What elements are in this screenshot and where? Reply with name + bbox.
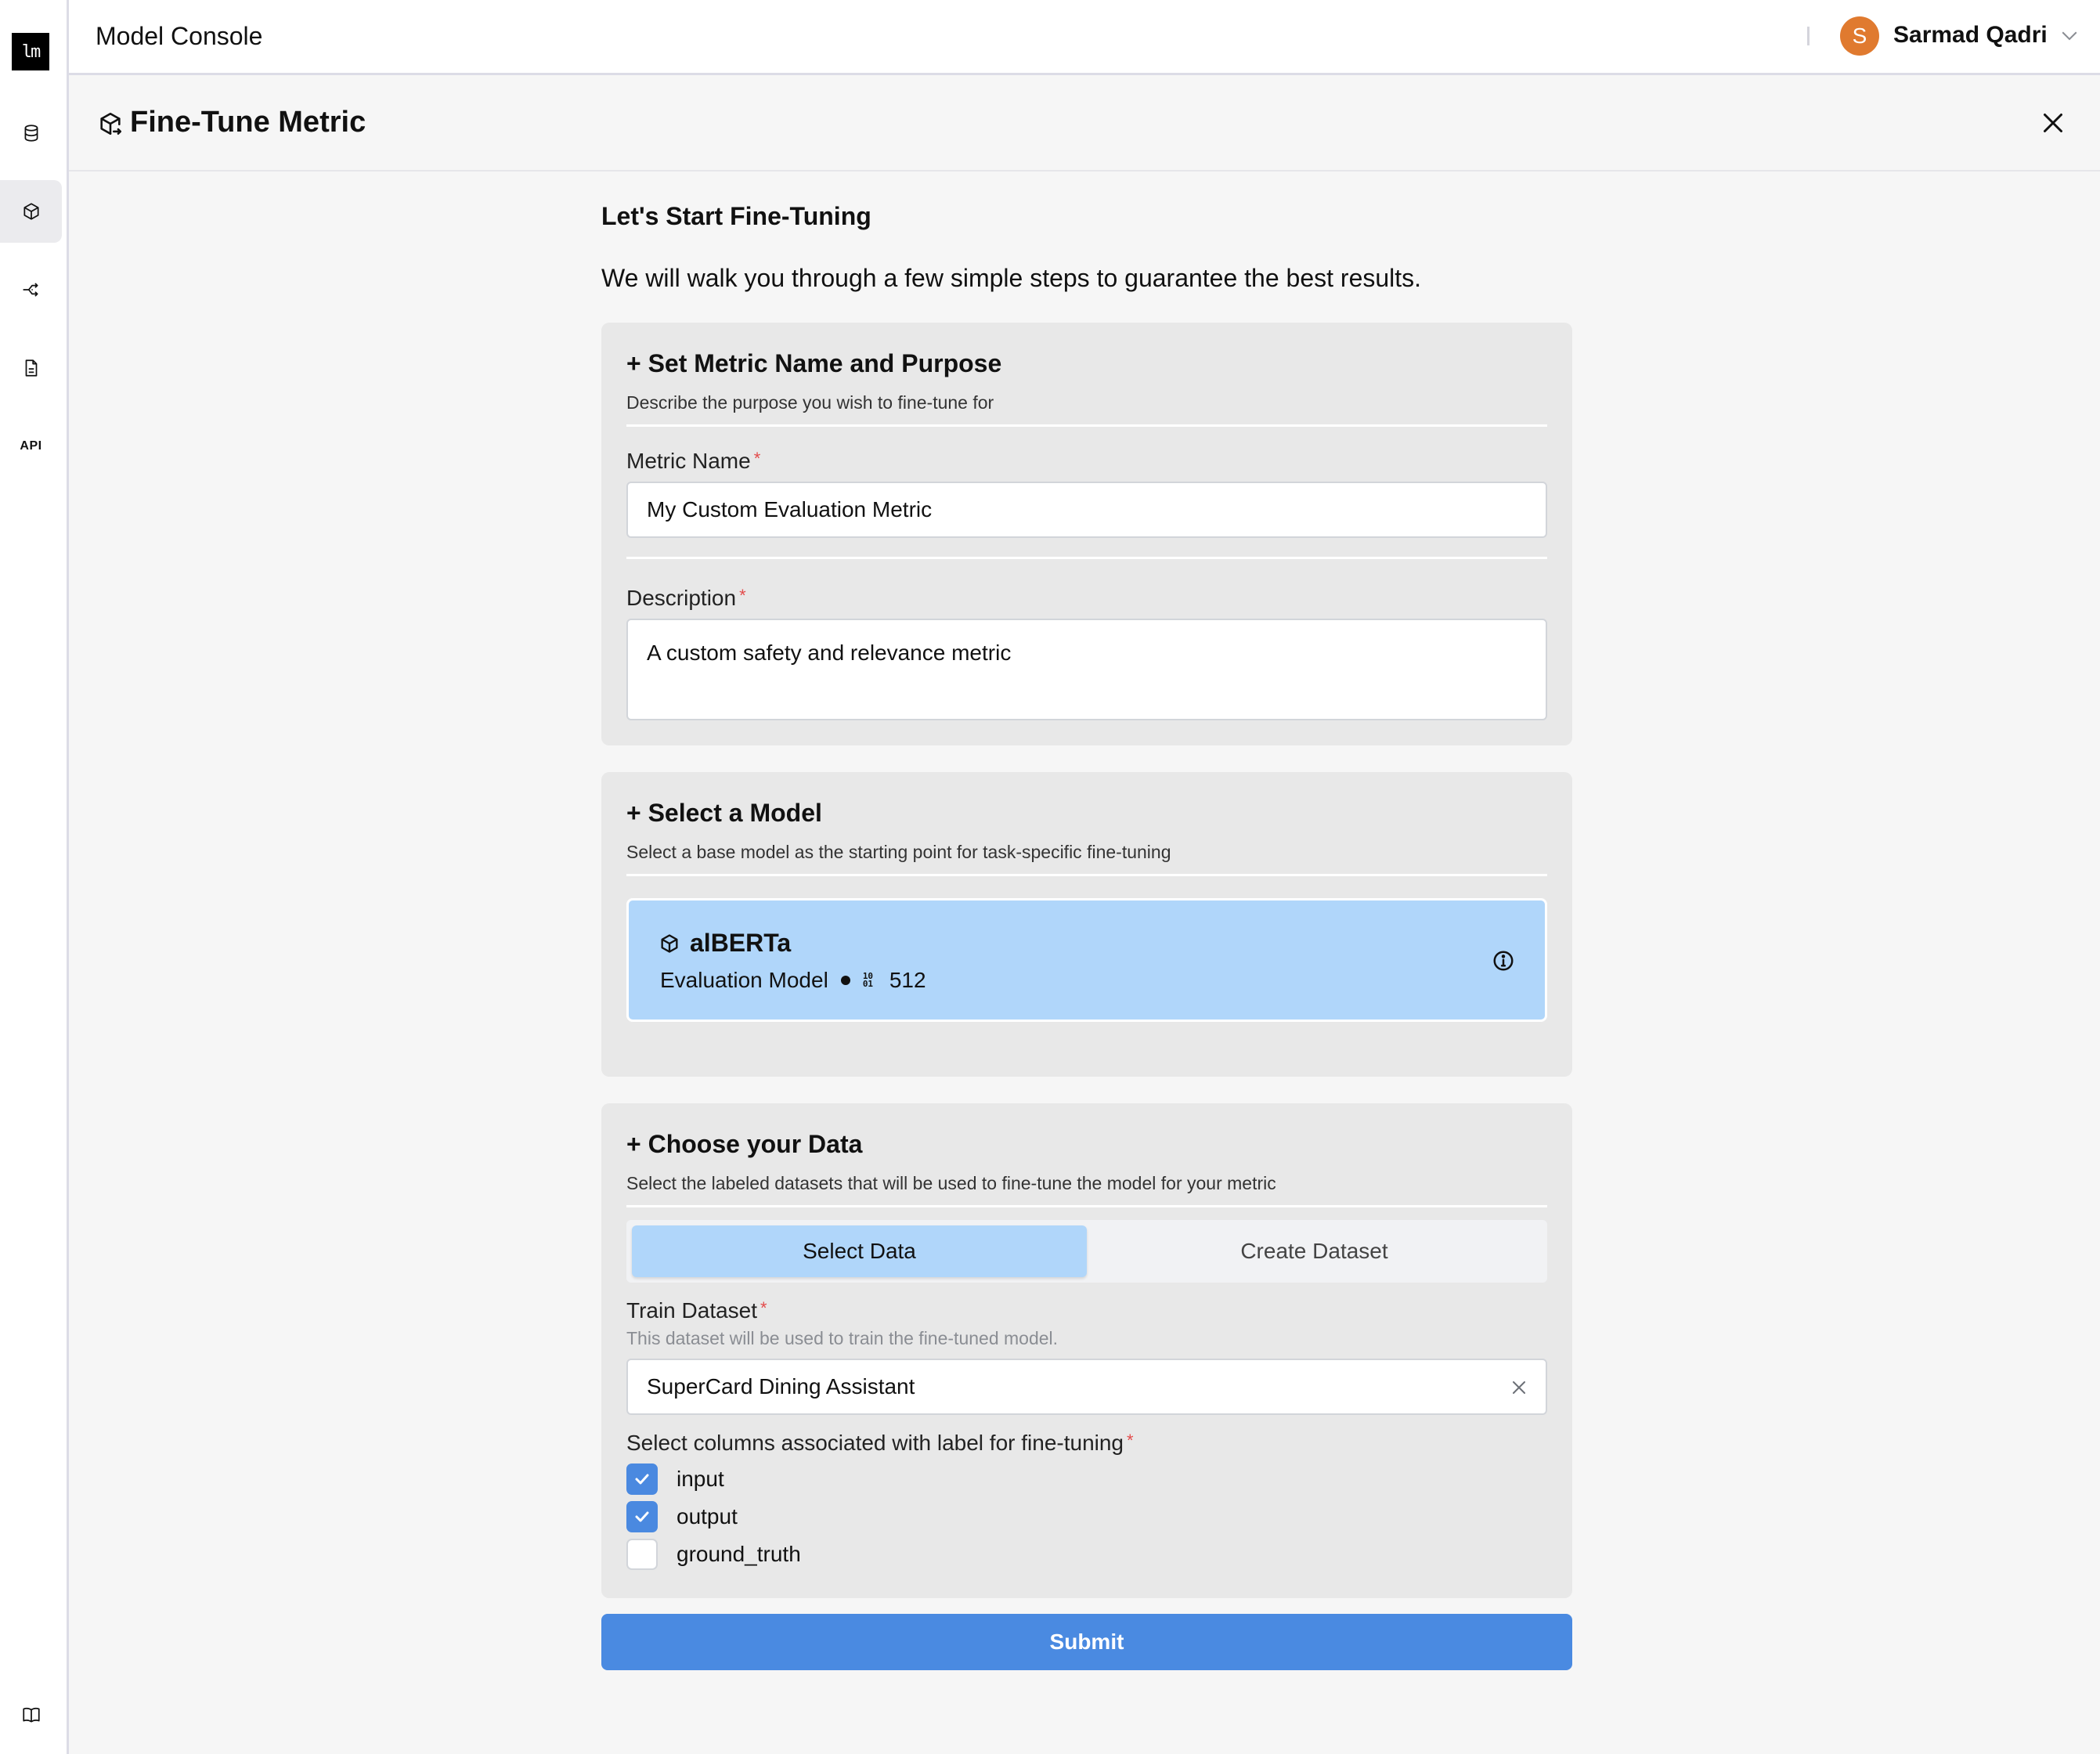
metric-name-input[interactable]: My Custom Evaluation Metric [626, 482, 1547, 538]
data-source-tabs: Select Data Create Dataset [626, 1220, 1547, 1283]
checkbox-input[interactable] [626, 1463, 658, 1495]
description-label: Description * [626, 586, 1547, 611]
book-icon [22, 1707, 40, 1723]
cube-arrow-icon [100, 112, 122, 135]
database-icon [24, 125, 38, 142]
required-mark: * [1127, 1431, 1134, 1450]
page-title: Fine-Tune Metric [130, 106, 366, 139]
required-mark: * [739, 586, 746, 605]
separator-dot [840, 976, 850, 985]
model-name-row: alBERTa [659, 929, 791, 958]
metric-name-section: + Set Metric Name and Purpose Describe t… [601, 323, 1572, 745]
user-avatar[interactable]: S [1840, 16, 1879, 56]
sidebar-item-models[interactable] [0, 180, 62, 243]
checkbox-ground-truth[interactable] [626, 1539, 658, 1570]
section-title[interactable]: + Select a Model [626, 799, 1547, 828]
app-logo[interactable]: lm [12, 33, 49, 70]
close-icon[interactable] [2039, 109, 2067, 137]
submit-button[interactable]: Submit [601, 1614, 1572, 1670]
sidebar: lm API [0, 0, 69, 1754]
chevron-down-icon[interactable] [2058, 23, 2081, 47]
required-mark: * [753, 449, 761, 468]
model-type: Evaluation Model [660, 968, 828, 992]
user-name[interactable]: Sarmad Qadri [1893, 22, 2048, 49]
column-option-ground-truth[interactable]: ground_truth [626, 1536, 1547, 1573]
checkbox-label: output [677, 1504, 738, 1528]
api-icon: API [20, 439, 42, 453]
description-textarea[interactable]: A custom safety and relevance metric [626, 619, 1547, 720]
sidebar-item-api[interactable]: API [0, 415, 62, 478]
section-title[interactable]: + Set Metric Name and Purpose [626, 349, 1547, 378]
binary-icon: 10 01 [862, 971, 874, 989]
columns-label: Select columns associated with label for… [626, 1431, 1547, 1456]
intro-subtitle: We will walk you through a few simple st… [601, 264, 1422, 292]
tab-select-data[interactable]: Select Data [632, 1225, 1087, 1277]
info-icon[interactable] [1492, 949, 1515, 973]
section-title[interactable]: + Choose your Data [626, 1130, 1547, 1159]
checkbox-label: ground_truth [677, 1542, 801, 1566]
train-dataset-label: Train Dataset * [626, 1298, 1547, 1323]
section-subtitle: Select the labeled datasets that will be… [626, 1173, 1547, 1207]
fine-tune-form: Let's Start Fine-Tuning We will walk you… [601, 202, 1572, 1670]
page-titlebar: Fine-Tune Metric [69, 78, 2100, 171]
top-header: Model Console S Sarmad Qadri [69, 0, 2100, 75]
tab-create-dataset[interactable]: Create Dataset [1087, 1225, 1542, 1277]
sidebar-item-documents[interactable] [0, 337, 62, 399]
train-dataset-value: SuperCard Dining Assistant [647, 1374, 915, 1399]
column-option-input[interactable]: input [626, 1460, 1547, 1498]
label-text: Train Dataset [626, 1298, 758, 1323]
header-divider [1807, 27, 1810, 45]
divider [626, 557, 1547, 559]
label-text: Description [626, 586, 737, 610]
data-section: + Choose your Data Select the labeled da… [601, 1103, 1572, 1598]
document-icon [25, 359, 37, 377]
model-name: alBERTa [690, 929, 792, 957]
cube-icon [23, 203, 39, 220]
split-arrow-icon [22, 283, 38, 297]
column-option-output[interactable]: output [626, 1498, 1547, 1536]
check-icon [635, 1511, 649, 1522]
model-option-selected[interactable]: alBERTa Evaluation Model 10 01 512 [626, 898, 1547, 1022]
cube-icon [661, 933, 678, 953]
required-mark: * [760, 1298, 767, 1318]
train-dataset-select[interactable]: SuperCard Dining Assistant [626, 1359, 1547, 1415]
intro-title: Let's Start Fine-Tuning [601, 202, 871, 230]
label-text: Metric Name [626, 449, 751, 473]
sidebar-item-docs[interactable] [0, 1684, 62, 1746]
clear-icon[interactable] [1510, 1378, 1528, 1397]
checkbox-label: input [677, 1467, 724, 1491]
model-section: + Select a Model Select a base model as … [601, 772, 1572, 1077]
sidebar-item-datasets[interactable] [0, 102, 62, 164]
section-subtitle: Select a base model as the starting poin… [626, 842, 1547, 876]
metric-name-label: Metric Name * [626, 449, 1547, 474]
train-dataset-help: This dataset will be used to train the f… [626, 1328, 1059, 1348]
checkbox-output[interactable] [626, 1501, 658, 1532]
model-context-size: 512 [889, 968, 926, 992]
model-meta: Evaluation Model 10 01 512 [660, 968, 926, 993]
section-subtitle: Describe the purpose you wish to fine-tu… [626, 392, 1547, 427]
sidebar-item-pipelines[interactable] [0, 258, 62, 321]
app-title: Model Console [96, 22, 263, 50]
check-icon [635, 1474, 649, 1485]
label-text: Select columns associated with label for… [626, 1431, 1124, 1455]
